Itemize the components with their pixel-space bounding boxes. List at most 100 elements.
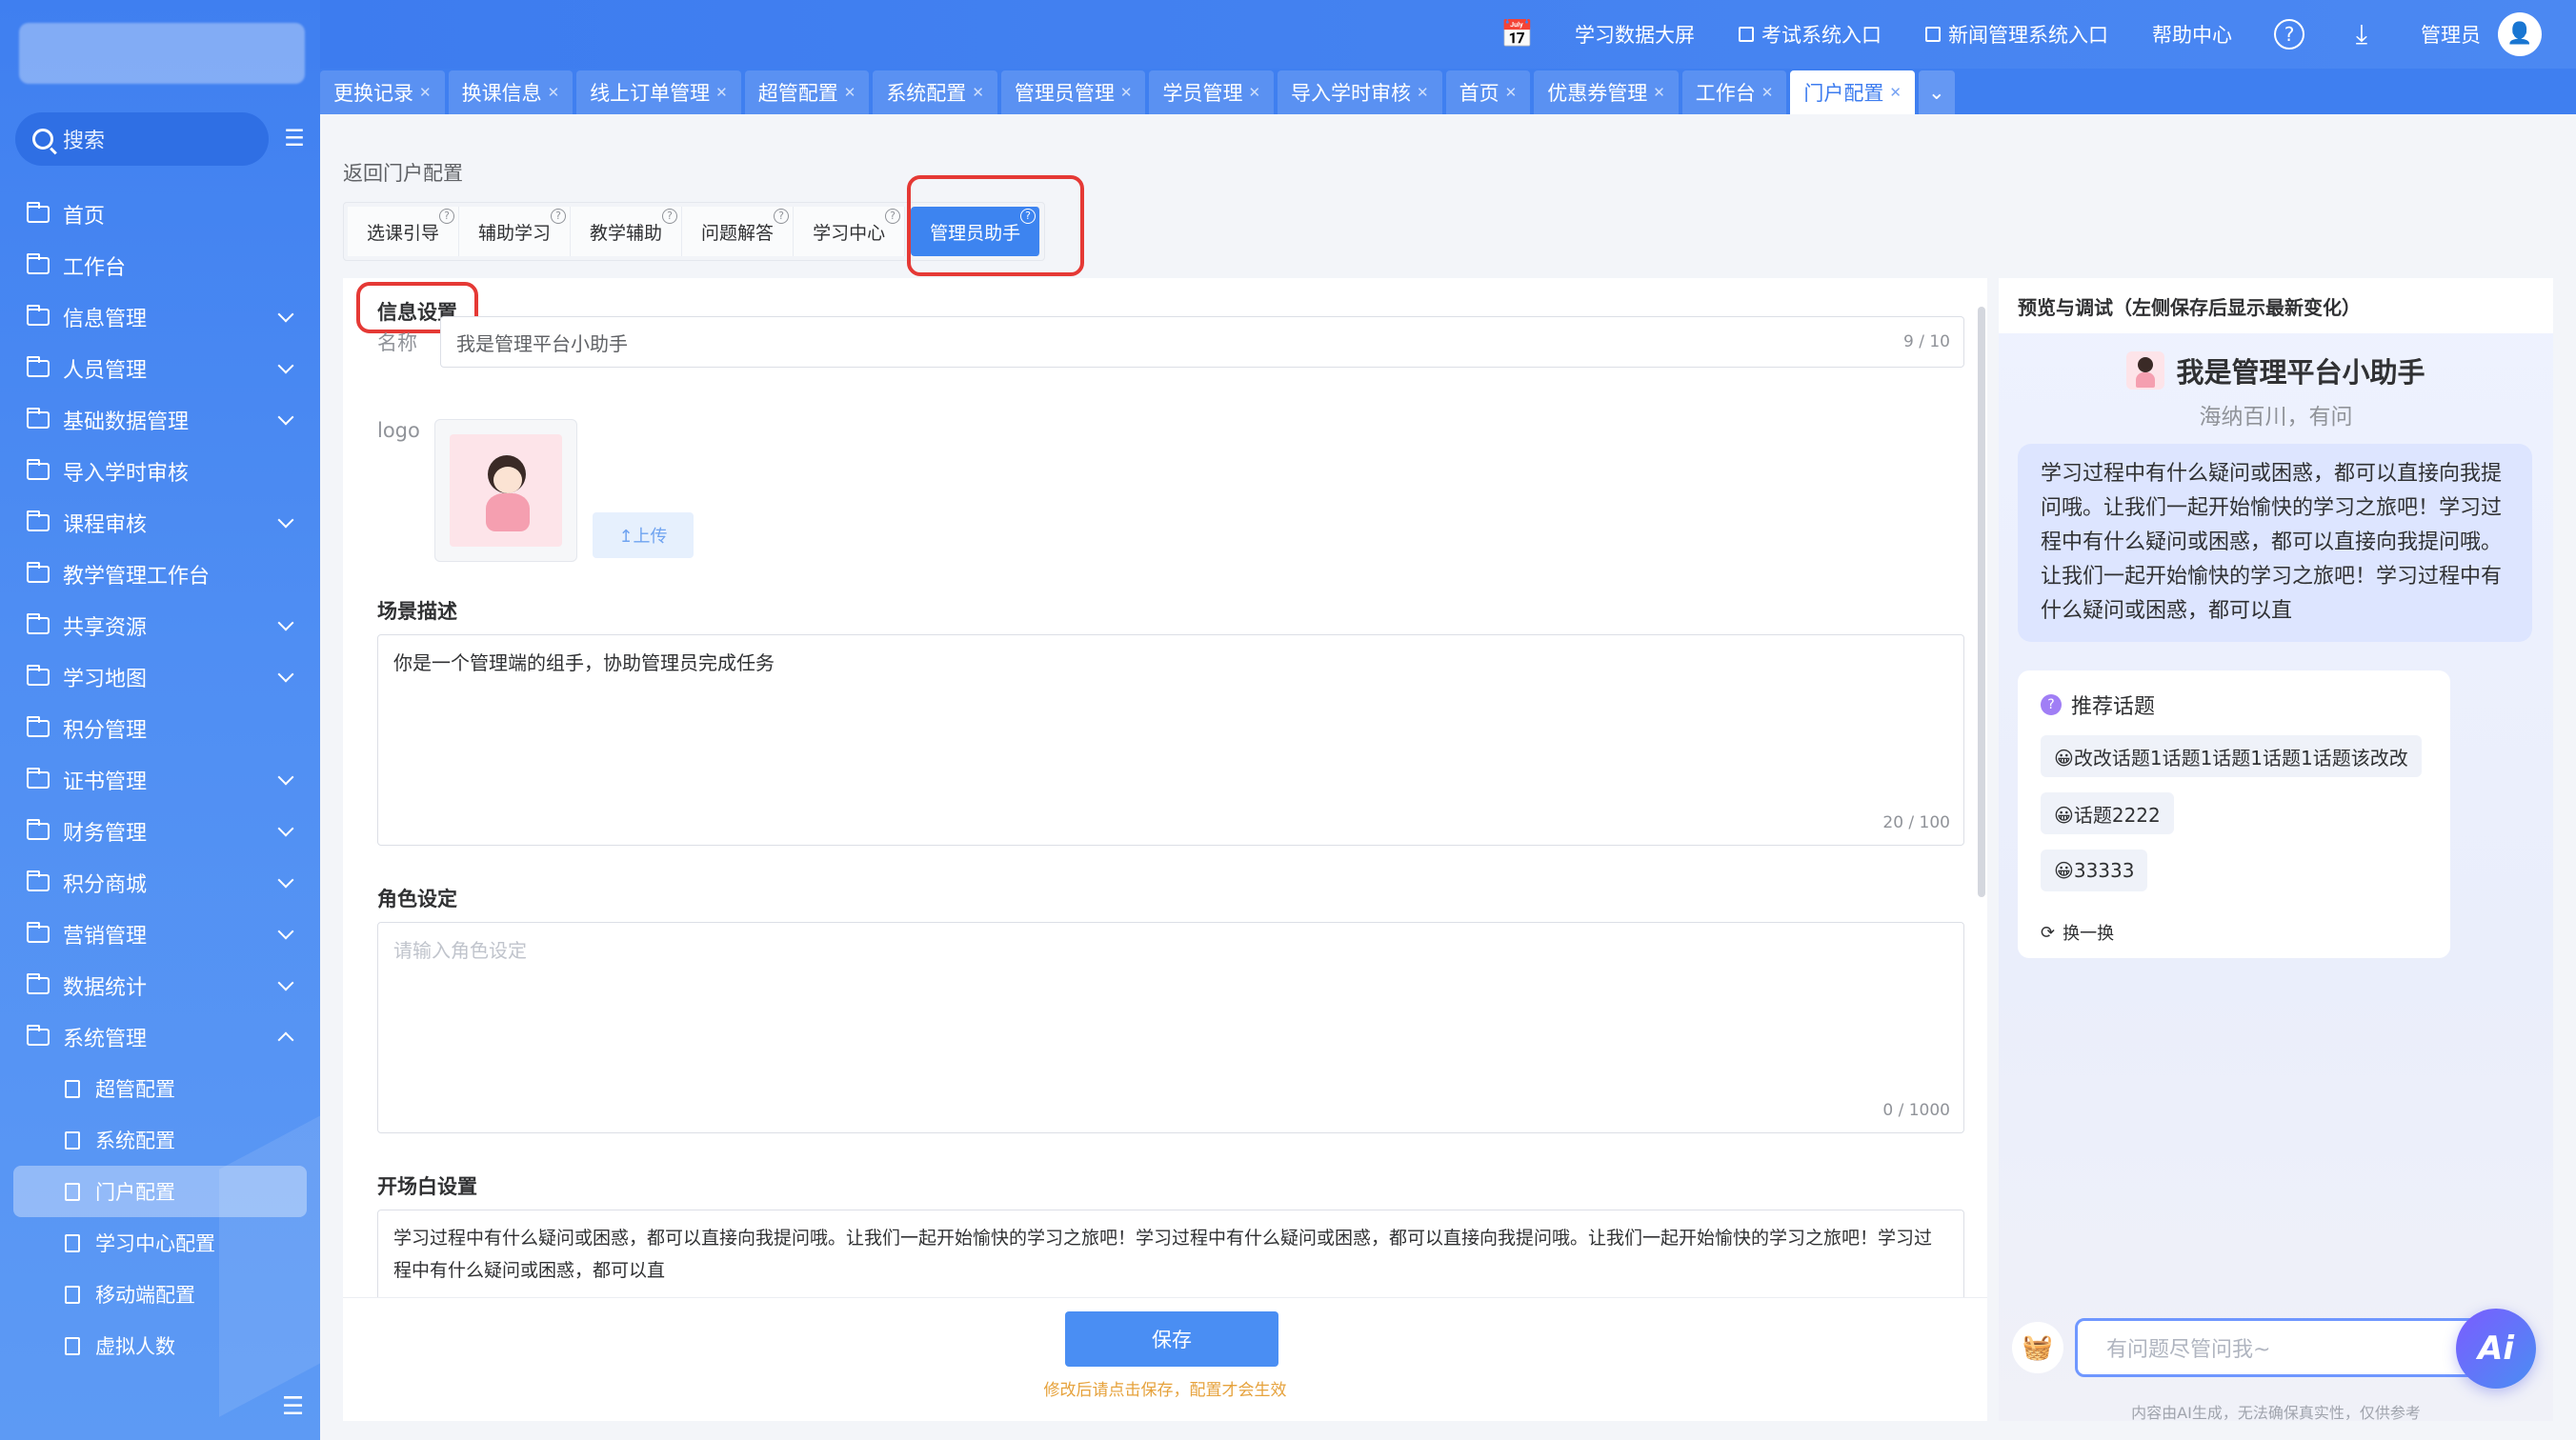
calendar-icon[interactable]: 📅 <box>1500 19 1534 50</box>
assistant-subtab[interactable]: 选课引导? <box>348 207 460 256</box>
ai-assistant-button[interactable]: Ai <box>2456 1309 2536 1389</box>
help-icon[interactable]: ? <box>439 209 455 224</box>
preview-title: 预览与调试（左侧保存后显示最新变化） <box>1999 278 2553 333</box>
tab[interactable]: 导入学时审核 ✕ <box>1278 70 1442 114</box>
collapse-menu-icon[interactable]: ☰ <box>282 126 307 150</box>
help-center-link[interactable]: 帮助中心 <box>2152 20 2232 49</box>
refresh-topics-button[interactable]: ⟳ 换一换 <box>2041 920 2114 945</box>
sidebar-item[interactable]: 基础数据管理 <box>0 394 320 446</box>
sidebar-item[interactable]: 数据统计 <box>0 960 320 1011</box>
chat-input[interactable]: 有问题尽管问我~ + <box>2075 1318 2516 1377</box>
close-icon[interactable]: ✕ <box>1889 84 1902 101</box>
sidebar-item[interactable]: 证书管理 <box>0 754 320 806</box>
sidebar-item[interactable]: 工作台 <box>0 240 320 291</box>
tab[interactable]: 优惠券管理 ✕ <box>1534 70 1679 114</box>
sidebar-item-label: 共享资源 <box>63 616 148 640</box>
tab[interactable]: 换课信息 ✕ <box>448 70 574 114</box>
sidebar-item[interactable]: 学习地图 <box>0 651 320 703</box>
tab[interactable]: 学员管理 ✕ <box>1149 70 1275 114</box>
tabs-more-button[interactable]: ⌄ <box>1918 70 1955 114</box>
scene-textarea[interactable]: 你是一个管理端的组手，协助管理员完成任务 20 / 100 <box>377 634 1964 846</box>
assistant-subtab[interactable]: 问题解答? <box>682 207 795 256</box>
close-icon[interactable]: ✕ <box>844 84 856 101</box>
sidebar-item[interactable]: 课程审核 <box>0 497 320 549</box>
close-icon[interactable]: ✕ <box>1653 84 1665 101</box>
sidebar-subitem[interactable]: 移动端配置 <box>0 1269 320 1320</box>
folder-icon <box>27 356 50 377</box>
help-icon[interactable]: ? <box>885 209 901 224</box>
basket-icon[interactable]: 🧺 <box>2012 1322 2063 1373</box>
back-link[interactable]: 返回门户配置 <box>343 158 463 187</box>
folder-icon <box>27 1025 50 1046</box>
help-icon[interactable]: ? <box>774 209 790 224</box>
topic-chip[interactable]: 😀33333 <box>2041 850 2148 891</box>
user-name[interactable]: 管理员 <box>2421 20 2481 49</box>
tab[interactable]: 更换记录 ✕ <box>320 70 445 114</box>
sidebar-item[interactable]: 信息管理 <box>0 291 320 343</box>
close-icon[interactable]: ✕ <box>1505 84 1518 101</box>
sidebar-item[interactable]: 积分商城 <box>0 857 320 909</box>
tab[interactable]: 首页 ✕ <box>1445 70 1531 114</box>
role-textarea[interactable]: 请输入角色设定 0 / 1000 <box>377 922 1964 1133</box>
close-icon[interactable]: ✕ <box>1120 84 1133 101</box>
assistant-subtab[interactable]: 学习中心? <box>794 207 906 256</box>
sidebar-item-label: 人员管理 <box>63 359 148 383</box>
name-input[interactable]: 我是管理平台小助手 9 / 10 <box>440 316 1964 368</box>
sidebar-item[interactable]: 共享资源 <box>0 600 320 651</box>
topic-chip[interactable]: 😀改改话题1话题1话题1话题1话题该改改 <box>2041 735 2422 777</box>
sidebar-search[interactable]: 搜索 <box>15 112 269 166</box>
sidebar-subitem[interactable]: 虚拟人数 <box>0 1320 320 1371</box>
sidebar-item[interactable]: 教学管理工作台 <box>0 549 320 600</box>
chevron-up-icon <box>277 1031 294 1049</box>
menu-toggle-icon[interactable]: ☰ <box>282 1392 304 1421</box>
tab[interactable]: 线上订单管理 ✕ <box>576 70 741 114</box>
close-icon[interactable]: ✕ <box>1248 84 1260 101</box>
tab-label: 首页 <box>1459 82 1499 105</box>
close-icon[interactable]: ✕ <box>1417 84 1429 101</box>
sidebar-menu: 首页 工作台 信息管理人员管理基础数据管理导入学时审核课程审核 教学管理工作台共享资源… <box>0 189 320 1371</box>
download-icon[interactable]: ⤓ <box>2346 19 2377 50</box>
sidebar-item-label: 导入学时审核 <box>63 462 190 486</box>
sidebar-item[interactable]: 财务管理 <box>0 806 320 857</box>
exam-entry-link[interactable]: 考试系统入口 <box>1739 20 1882 49</box>
close-icon[interactable]: ✕ <box>419 84 432 101</box>
sidebar-item[interactable]: 营销管理 <box>0 909 320 960</box>
form-scrollbar[interactable] <box>1978 278 1987 1297</box>
sidebar-subitem[interactable]: 系统配置 <box>0 1114 320 1166</box>
tab[interactable]: 门户配置 ✕ <box>1790 70 1915 114</box>
news-entry-link[interactable]: 新闻管理系统入口 <box>1925 20 2108 49</box>
sidebar-item[interactable]: 人员管理 <box>0 343 320 394</box>
assistant-name: 我是管理平台小助手 <box>2176 356 2425 389</box>
close-icon[interactable]: ✕ <box>972 84 984 101</box>
tab[interactable]: 管理员管理 ✕ <box>1000 70 1146 114</box>
sidebar-subitem[interactable]: 学习中心配置 <box>0 1217 320 1269</box>
sidebar-item[interactable]: 积分管理 <box>0 703 320 754</box>
sidebar-item[interactable]: 导入学时审核 <box>0 446 320 497</box>
topic-chip[interactable]: 😀话题2222 <box>2041 792 2174 834</box>
close-icon[interactable]: ✕ <box>1761 84 1774 101</box>
help-icon[interactable]: ? <box>551 209 567 224</box>
bigscreen-link[interactable]: 学习数据大屏 <box>1575 20 1695 49</box>
upload-button[interactable]: ↥上传 <box>593 512 694 558</box>
save-button[interactable]: 保存 <box>1065 1311 1278 1367</box>
avatar[interactable]: 👤 <box>2498 12 2542 56</box>
subtab-label: 选课引导 <box>367 222 440 244</box>
assistant-subtab[interactable]: 教学辅助? <box>571 207 683 256</box>
sidebar-item[interactable]: 系统管理 <box>0 1011 320 1063</box>
tab[interactable]: 系统配置 ✕ <box>873 70 997 114</box>
folder-icon <box>27 408 50 429</box>
opening-textarea[interactable]: 学习过程中有什么疑问或困惑，都可以直接向我提问哦。让我们一起开始愉快的学习之旅吧… <box>377 1210 1964 1297</box>
subtab-label: 学习中心 <box>813 222 886 244</box>
tab[interactable]: 超管配置 ✕ <box>744 70 870 114</box>
help-icon[interactable]: ? <box>662 209 678 224</box>
tab[interactable]: 工作台 ✕ <box>1681 70 1787 114</box>
sidebar-subitem[interactable]: 超管配置 <box>0 1063 320 1114</box>
sidebar-item[interactable]: 首页 <box>0 189 320 240</box>
close-icon[interactable]: ✕ <box>548 84 560 101</box>
close-icon[interactable]: ✕ <box>715 84 728 101</box>
sidebar-subitem[interactable]: 门户配置 <box>13 1166 307 1217</box>
assistant-subtab[interactable]: 辅助学习? <box>459 207 572 256</box>
folder-icon <box>27 305 50 326</box>
refresh-label: 换一换 <box>2063 924 2115 944</box>
question-icon[interactable]: ? <box>2274 19 2304 50</box>
